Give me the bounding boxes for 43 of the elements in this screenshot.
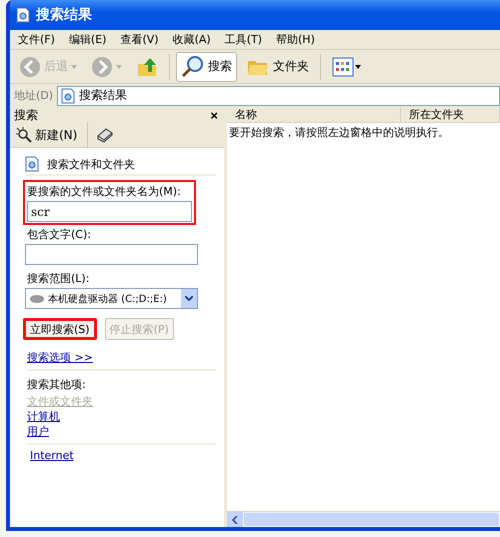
- search-now-button[interactable]: 立即搜索(S): [23, 318, 97, 340]
- section-heading: 搜索文件和文件夹: [47, 156, 135, 172]
- book-icon[interactable]: [96, 127, 114, 143]
- chevron-down-icon: [185, 296, 193, 301]
- folder-up-icon: [136, 56, 158, 78]
- menu-item[interactable]: 文件(F): [18, 32, 55, 47]
- field-label: 搜索范围(L):: [27, 271, 90, 286]
- sparkle-magnifier-icon: [16, 127, 32, 143]
- search-button[interactable]: 搜索: [176, 52, 237, 82]
- horizontal-scrollbar[interactable]: [227, 511, 500, 527]
- window-icon: [16, 7, 30, 23]
- section-heading: 搜索其他项:: [27, 377, 87, 392]
- menu-item[interactable]: 工具(T): [224, 32, 262, 47]
- field-label: 要搜索的文件或文件夹名为(M):: [27, 184, 182, 199]
- instruction-text: 要开始搜索，请按照左边窗格中的说明执行。: [229, 126, 449, 139]
- address-label: 地址(D): [14, 88, 54, 103]
- pane-title: 搜索: [14, 106, 38, 124]
- field-label: 包含文字(C):: [27, 227, 92, 242]
- menu-item[interactable]: 收藏(A): [172, 32, 211, 47]
- window-title: 搜索结果: [36, 6, 92, 24]
- search-type-link[interactable]: 用户: [27, 425, 49, 438]
- magnifier-icon: [181, 54, 205, 78]
- menu-item[interactable]: 编辑(E): [68, 32, 106, 47]
- column-header[interactable]: 所在文件夹: [401, 107, 500, 122]
- address-field[interactable]: 搜索结果: [57, 86, 500, 106]
- input-field[interactable]: scr: [27, 201, 192, 222]
- internet-link[interactable]: Internet: [30, 449, 74, 462]
- menu-item[interactable]: 查看(V): [120, 32, 159, 47]
- caret-icon: [116, 64, 122, 68]
- close-button[interactable]: ×: [210, 108, 218, 122]
- page-icon: [61, 88, 76, 104]
- scope-dropdown[interactable]: 本机硬盘驱动器 (C:;D:;E:): [25, 288, 198, 309]
- menu-item[interactable]: 帮助(H): [276, 32, 315, 47]
- column-header[interactable]: 名称: [227, 107, 401, 122]
- caret-icon: [71, 64, 77, 68]
- drive-icon: [29, 294, 45, 304]
- input-field[interactable]: [25, 244, 198, 265]
- folders-button[interactable]: 文件夹: [241, 52, 314, 82]
- search-type-link[interactable]: 计算机: [27, 410, 60, 423]
- scroll-left-icon: [232, 516, 238, 524]
- search-doc-icon: [25, 156, 39, 172]
- search-options-link[interactable]: 搜索选项 >>: [27, 351, 93, 364]
- views-icon: [332, 56, 362, 76]
